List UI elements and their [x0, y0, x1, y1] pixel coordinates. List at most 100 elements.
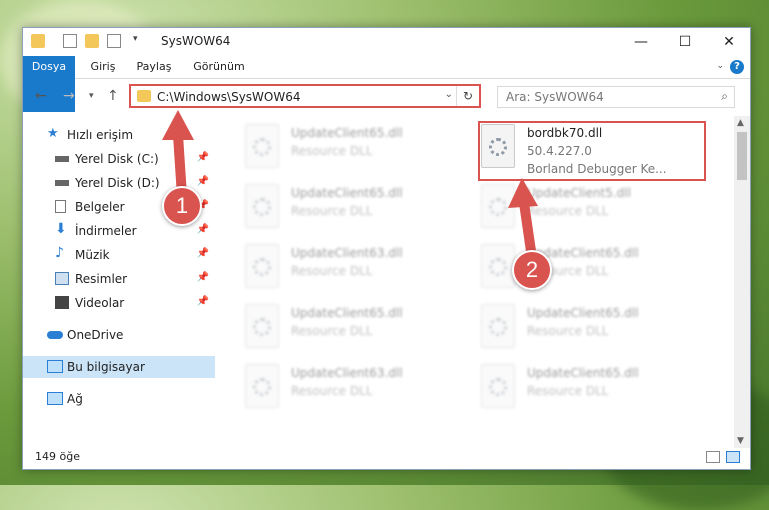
callout-badge-1: 1 [162, 186, 202, 226]
dll-file-icon [245, 244, 279, 288]
sidebar-item-label: Yerel Disk (D:) [75, 176, 160, 190]
explorer-window: ▾ SysWOW64 — ☐ ✕ Dosya Giriş Paylaş Görü… [22, 27, 751, 470]
file-name: UpdateClient65.dll [527, 306, 639, 320]
callout-badge-2: 2 [512, 250, 552, 290]
refresh-icon[interactable]: ↻ [456, 86, 479, 106]
file-item[interactable]: UpdateClient65.dll Resource DLL [481, 304, 681, 360]
file-item[interactable]: UpdateClient63.dll Resource DLL [245, 364, 445, 420]
maximize-button[interactable]: ☐ [663, 28, 707, 56]
gear-icon [253, 198, 271, 216]
pin-icon[interactable]: 📌 [197, 176, 209, 187]
dll-file-icon [481, 304, 515, 348]
pin-icon[interactable]: 📌 [197, 296, 209, 307]
file-name: UpdateClient65.dll [527, 366, 639, 380]
sidebar-item-pictures[interactable]: Resimler 📌 [23, 268, 215, 290]
vertical-scrollbar[interactable]: ▲ ▼ [734, 116, 750, 448]
drive-icon [55, 156, 69, 162]
status-bar: 149 öğe [23, 448, 750, 468]
file-name: UpdateClient65.dll [291, 186, 403, 200]
title-bar: ▾ SysWOW64 — ☐ ✕ [23, 28, 750, 56]
sidebar-item-quick-access[interactable]: ★ Hızlı erişim [23, 124, 215, 146]
sidebar-item-label: Ağ [67, 392, 83, 406]
window-title: SysWOW64 [161, 34, 231, 48]
file-item[interactable]: UpdateClient65.dll Resource DLL [245, 124, 445, 180]
video-icon [55, 296, 69, 309]
sidebar-item-label: Müzik [75, 248, 110, 262]
dll-file-icon [245, 184, 279, 228]
gear-icon [253, 378, 271, 396]
scroll-down-icon[interactable]: ▼ [737, 436, 744, 446]
tiles-view-icon[interactable] [726, 451, 740, 463]
sidebar-item-local-disk-c[interactable]: Yerel Disk (C:) 📌 [23, 148, 215, 170]
search-input[interactable]: Ara: SysWOW64 [506, 90, 604, 104]
dll-file-icon [245, 364, 279, 408]
expand-ribbon-icon[interactable]: ⌄ [716, 61, 724, 71]
gear-icon [489, 258, 507, 276]
minimize-button[interactable]: — [619, 28, 663, 56]
chevron-down-icon[interactable]: ⌄ [445, 89, 453, 100]
sidebar-item-this-pc[interactable]: Bu bilgisayar [23, 356, 215, 378]
pin-icon[interactable]: 📌 [197, 152, 209, 163]
customize-icon[interactable] [107, 34, 121, 48]
back-button[interactable]: ← [35, 88, 47, 104]
network-icon [47, 392, 63, 405]
item-count: 149 öğe [35, 450, 80, 463]
file-name: UpdateClient65.dll [291, 126, 403, 140]
ribbon: Dosya Giriş Paylaş Görünüm ⌄ ? [23, 56, 750, 112]
search-icon[interactable]: ⌕ [721, 89, 728, 104]
pin-icon[interactable]: 📌 [197, 224, 209, 235]
file-item[interactable]: UpdateClient63.dll Resource DLL [245, 244, 445, 300]
gear-icon [489, 378, 507, 396]
star-icon: ★ [47, 126, 59, 141]
sidebar-item-videos[interactable]: Videolar 📌 [23, 292, 215, 314]
file-description: Resource DLL [527, 204, 609, 218]
sidebar-item-label: Bu bilgisayar [67, 360, 145, 374]
file-item[interactable]: UpdateClient65.dll Resource DLL [245, 184, 445, 240]
file-item[interactable]: UpdateClient65.dll Resource DLL [481, 244, 681, 300]
file-item[interactable]: UpdateClient5.dll Resource DLL [481, 184, 681, 240]
pictures-icon [55, 272, 69, 285]
file-name: UpdateClient63.dll [291, 366, 403, 380]
recent-locations-icon[interactable]: ▾ [89, 91, 94, 101]
tab-share[interactable]: Paylaş [131, 56, 177, 78]
sidebar-item-label: Belgeler [75, 200, 125, 214]
forward-button[interactable]: → [63, 88, 75, 104]
sidebar-item-label: Videolar [75, 296, 125, 310]
scroll-up-icon[interactable]: ▲ [737, 118, 744, 128]
sidebar-item-label: Hızlı erişim [67, 128, 134, 142]
file-description: Resource DLL [291, 144, 373, 158]
pin-icon[interactable]: 📌 [197, 272, 209, 283]
file-highlight-box [478, 121, 706, 181]
help-icon[interactable]: ? [730, 60, 744, 74]
chevron-down-icon[interactable]: ▾ [133, 34, 147, 48]
gear-icon [253, 258, 271, 276]
sidebar-item-music[interactable]: ♪ Müzik 📌 [23, 244, 215, 266]
file-description: Resource DLL [291, 204, 373, 218]
tab-home[interactable]: Giriş [85, 56, 121, 78]
tab-view[interactable]: Görünüm [189, 56, 249, 78]
file-description: Resource DLL [527, 324, 609, 338]
folder-icon [31, 34, 45, 48]
sidebar-item-label: Yerel Disk (C:) [75, 152, 159, 166]
address-bar[interactable]: C:\Windows\SysWOW64 ⌄ ↻ [129, 84, 481, 108]
close-button[interactable]: ✕ [707, 28, 750, 56]
search-box[interactable]: Ara: SysWOW64 ⌕ [497, 86, 735, 108]
drive-icon [55, 180, 69, 186]
cloud-icon [47, 331, 63, 339]
sidebar-item-onedrive[interactable]: OneDrive [23, 324, 215, 346]
scroll-thumb[interactable] [737, 132, 747, 180]
properties-icon[interactable] [63, 34, 77, 48]
sidebar-item-label: İndirmeler [75, 224, 137, 238]
address-path: C:\Windows\SysWOW64 [157, 90, 301, 104]
dll-file-icon [481, 244, 515, 288]
file-item[interactable]: UpdateClient65.dll Resource DLL [245, 304, 445, 360]
file-description: Resource DLL [291, 264, 373, 278]
gear-icon [253, 318, 271, 336]
pin-icon[interactable]: 📌 [197, 248, 209, 259]
file-item[interactable]: UpdateClient65.dll Resource DLL [481, 364, 681, 420]
dll-file-icon [481, 184, 515, 228]
new-folder-icon[interactable] [85, 34, 99, 48]
sidebar-item-network[interactable]: Ağ [23, 388, 215, 410]
details-view-icon[interactable] [706, 451, 720, 463]
up-button[interactable]: ↑ [107, 88, 119, 104]
